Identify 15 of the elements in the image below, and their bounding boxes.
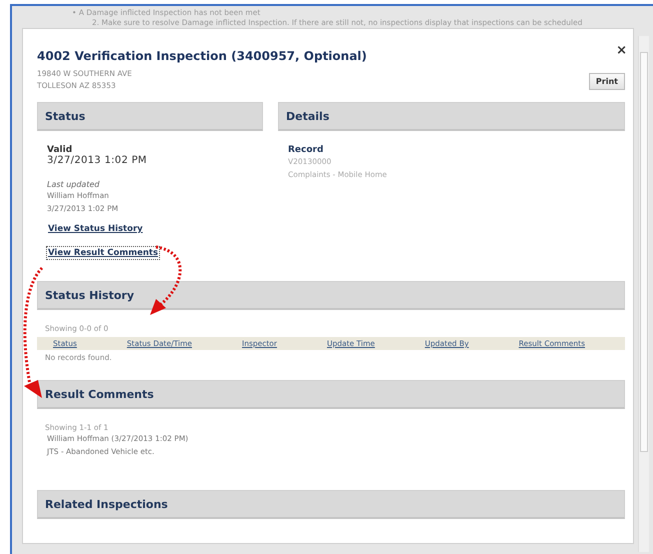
section-header: Details: [278, 102, 625, 131]
close-button[interactable]: ×: [616, 43, 627, 58]
view-link[interactable]: View Status History: [47, 223, 144, 235]
status-date: 3/27/2013 1:02 PM: [47, 155, 148, 166]
section-header: Status: [37, 102, 263, 131]
section-header: Result Comments: [37, 380, 625, 409]
status-value: Valid: [47, 145, 74, 155]
dialog-title: 4002 Verification Inspection (3400957, Optional): [37, 49, 367, 63]
section-header: Status History: [37, 281, 625, 310]
record-label: Record: [288, 145, 324, 155]
section-header: Related Inspections: [37, 490, 625, 519]
scrollbar[interactable]: [638, 36, 649, 552]
last-updated-label: Last updated: [47, 180, 100, 189]
print-button[interactable]: Print: [588, 73, 625, 90]
view-link[interactable]: View Result Comments: [47, 247, 160, 259]
